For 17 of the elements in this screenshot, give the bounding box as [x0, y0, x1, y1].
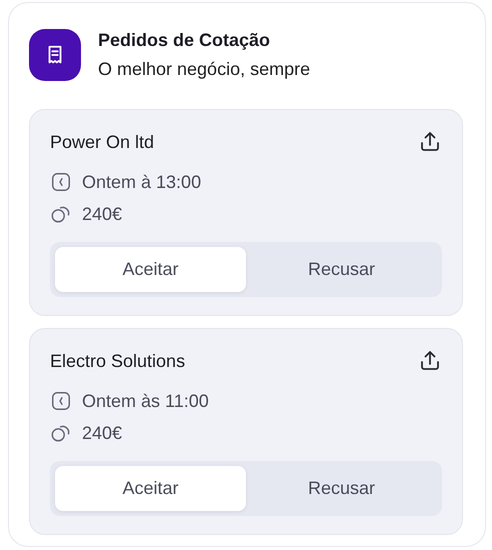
company-name: Electro Solutions — [50, 350, 186, 372]
price-text: 240€ — [82, 204, 122, 224]
price-text: 240€ — [82, 422, 122, 444]
panel-subtitle: O melhor negócio, sempre — [98, 59, 310, 80]
accept-option[interactable]: Aceitar — [55, 247, 246, 292]
reject-option[interactable]: Recusar — [246, 466, 437, 511]
receipt-icon — [29, 29, 81, 81]
time-text: Ontem às 11:00 — [82, 390, 209, 412]
accept-option[interactable]: Aceitar — [55, 466, 246, 511]
panel-title: Pedidos de Cotação — [98, 30, 272, 51]
reject-option[interactable]: Recusar — [246, 247, 437, 292]
clock-icon — [50, 390, 72, 412]
company-name: Power On ltd — [50, 132, 154, 152]
time-text: Ontem à 13:00 — [82, 172, 202, 192]
share-icon[interactable] — [418, 130, 442, 154]
share-icon[interactable] — [418, 349, 442, 373]
clock-icon — [50, 171, 72, 193]
